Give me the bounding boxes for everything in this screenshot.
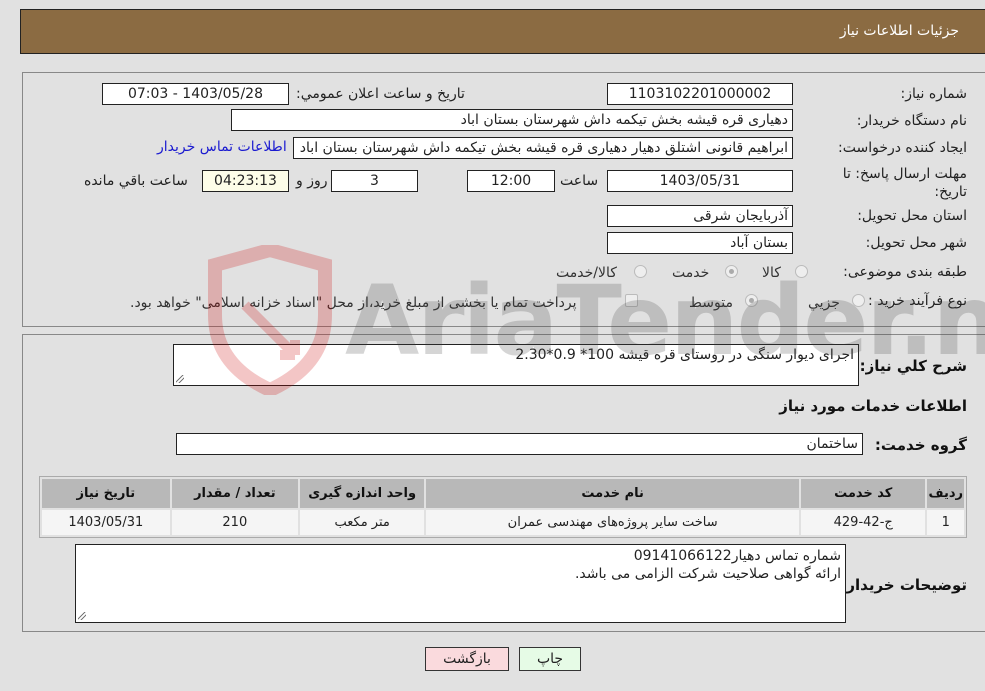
buyer-notes-line-1: شماره تماس دهیار09141066122 xyxy=(633,548,841,564)
requester-label: ایجاد کننده درخواست: xyxy=(838,140,967,156)
services-table-wrapper: ردیف کد خدمت نام خدمت واحد اندازه گیری ت… xyxy=(39,476,967,538)
table-header-row: ردیف کد خدمت نام خدمت واحد اندازه گیری ت… xyxy=(42,479,964,508)
category-label: طبقه بندی موضوعی: xyxy=(843,264,967,280)
city-field: بستان آباد xyxy=(607,232,793,254)
category-radio-goods[interactable] xyxy=(795,265,808,278)
back-button[interactable]: بازگشت xyxy=(425,647,509,671)
purchase-option-medium: متوسط xyxy=(689,295,733,311)
category-option-goods-service: کالا/خدمت xyxy=(556,265,617,281)
time-remaining-field: 04:23:13 xyxy=(202,170,289,192)
province-label: استان محل تحویل: xyxy=(857,208,967,224)
category-radio-goods-service[interactable] xyxy=(634,265,647,278)
cell-need-date: 1403/05/31 xyxy=(42,510,170,535)
time-remaining-label: ساعت باقي مانده xyxy=(84,173,188,189)
print-button[interactable]: چاپ xyxy=(519,647,581,671)
treasury-checkbox[interactable] xyxy=(625,294,638,307)
deadline-time-label: ساعت xyxy=(560,173,599,189)
category-radio-service[interactable] xyxy=(725,265,738,278)
purchase-radio-medium[interactable] xyxy=(745,294,758,307)
resize-grip-icon[interactable] xyxy=(78,612,86,620)
resize-grip-icon[interactable] xyxy=(176,375,184,383)
purchase-radio-minor[interactable] xyxy=(852,294,865,307)
buyer-notes-line-2: ارائه گواهی صلاحیت شرکت الزامی می باشد. xyxy=(574,566,841,582)
buyer-org-field: دهیاری قره قیشه بخش تیکمه داش شهرستان بس… xyxy=(231,109,793,131)
need-number-label: شماره نیاز: xyxy=(900,86,968,102)
purchase-option-minor: جزيي xyxy=(808,295,840,311)
buyer-notes-label: توضیحات خریدار: xyxy=(840,576,967,594)
days-remaining-field: 3 xyxy=(331,170,418,192)
requester-field: ابراهیم قانونی اشتلق دهیار دهیاری قره قی… xyxy=(293,137,793,159)
col-need-date: تاریخ نیاز xyxy=(42,479,170,508)
deadline-label: مهلت ارسال پاسخ: تا تاریخ: xyxy=(842,166,967,200)
buyer-contact-link[interactable]: اطلاعات تماس خریدار xyxy=(157,139,287,155)
col-service-code: کد خدمت xyxy=(800,479,926,508)
col-row-number: ردیف xyxy=(927,479,964,508)
cell-row-number: 1 xyxy=(927,510,964,535)
announce-datetime-field: 1403/05/28 - 07:03 xyxy=(102,83,289,105)
deadline-date-field: 1403/05/31 xyxy=(607,170,793,192)
buyer-notes-textarea[interactable]: شماره تماس دهیار09141066122 ارائه گواهی … xyxy=(75,544,846,623)
deadline-time-field: 12:00 xyxy=(467,170,555,192)
cell-quantity: 210 xyxy=(171,510,298,535)
service-group-field: ساختمان xyxy=(176,433,863,455)
services-section-title: اطلاعات خدمات مورد نیاز xyxy=(779,397,967,415)
summary-text: اجرای دیوار سنگی در روستای قره قیشه 100*… xyxy=(515,347,854,363)
table-row: 1 ج-42-429 ساخت سایر پروژه‌های مهندسی عم… xyxy=(42,510,964,535)
cell-service-code: ج-42-429 xyxy=(800,510,926,535)
category-option-goods: کالا xyxy=(762,265,781,281)
city-label: شهر محل تحویل: xyxy=(865,235,967,251)
page-header: جزئیات اطلاعات نیاز xyxy=(20,9,985,54)
col-service-name: نام خدمت xyxy=(426,479,799,508)
purchase-type-label: نوع فرآیند خرید : xyxy=(868,293,967,309)
days-label: روز و xyxy=(296,173,328,189)
page-title: جزئیات اطلاعات نیاز xyxy=(839,23,959,39)
need-number-field: 1103102201000002 xyxy=(607,83,793,105)
buyer-org-label: نام دستگاه خریدار: xyxy=(856,113,967,129)
summary-textarea[interactable]: اجرای دیوار سنگی در روستای قره قیشه 100*… xyxy=(173,344,859,386)
treasury-checkbox-label: پرداخت تمام یا بخشی از مبلغ خرید،از محل … xyxy=(130,295,577,311)
cell-unit: متر مکعب xyxy=(300,510,425,535)
category-option-service: خدمت xyxy=(672,265,710,281)
province-field: آذربایجان شرقی xyxy=(607,205,793,227)
cell-service-name: ساخت سایر پروژه‌های مهندسی عمران xyxy=(426,510,799,535)
service-group-label: گروه خدمت: xyxy=(874,436,967,454)
services-table: ردیف کد خدمت نام خدمت واحد اندازه گیری ت… xyxy=(39,476,967,538)
col-quantity: تعداد / مقدار xyxy=(171,479,298,508)
col-unit: واحد اندازه گیری xyxy=(300,479,425,508)
announce-datetime-label: تاریخ و ساعت اعلان عمومي: xyxy=(296,86,465,102)
summary-label: شرح كلي نياز: xyxy=(859,357,967,375)
